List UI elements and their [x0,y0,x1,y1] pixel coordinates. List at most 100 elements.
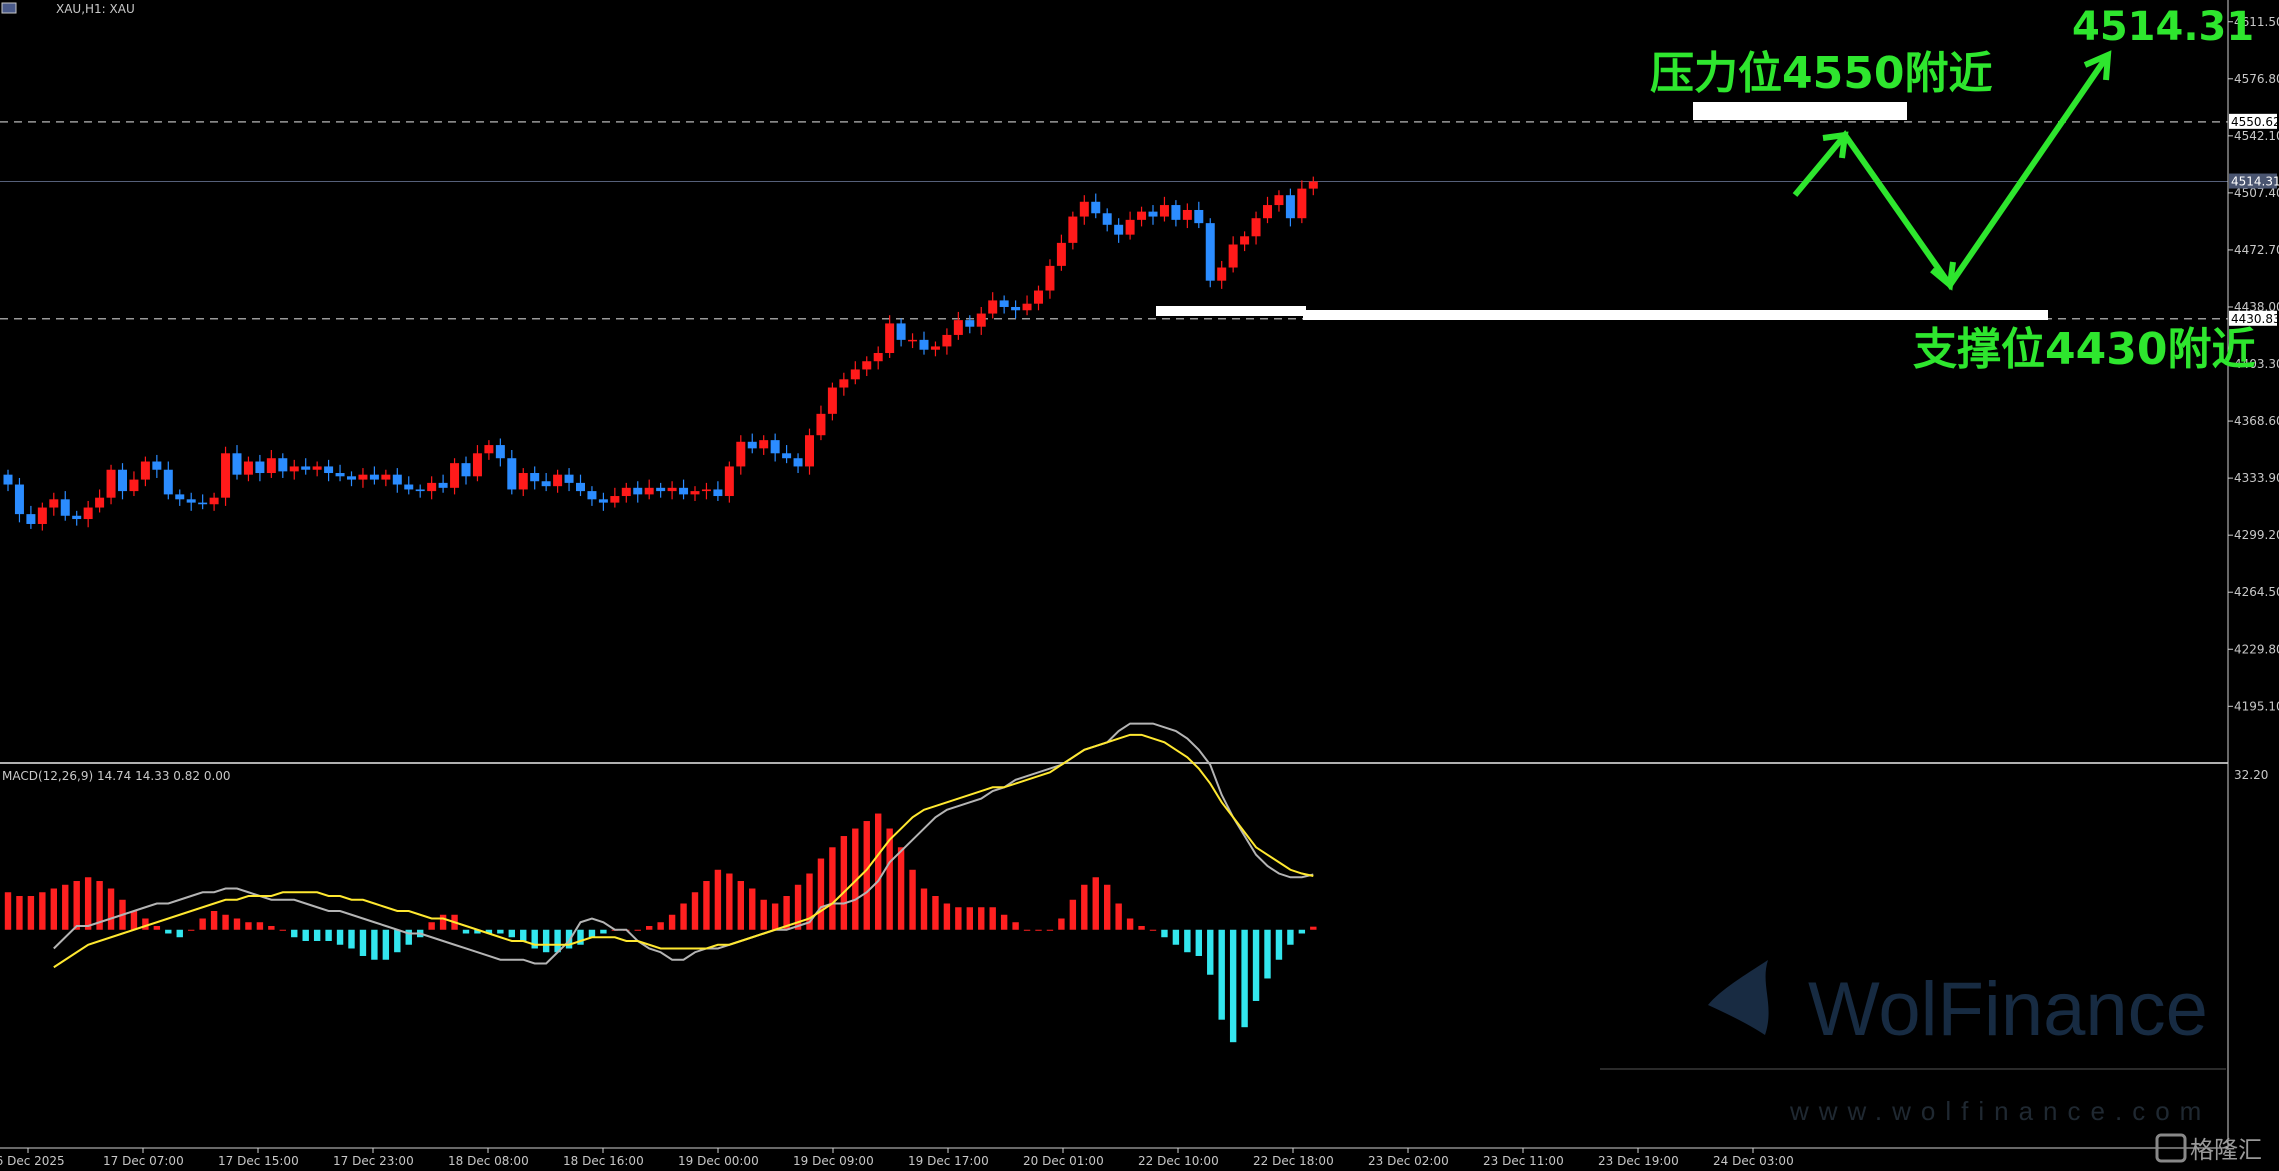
candle-body [1079,201,1089,217]
candle-body [576,482,585,492]
macd-histogram-bar [989,907,996,930]
macd-histogram-bar [875,813,882,930]
candle-body [896,323,906,340]
candle-body [95,497,105,508]
macd-histogram-bar [428,922,435,930]
candle-body [175,494,185,500]
resistance-bar [1693,102,1907,120]
macd-histogram-bar [691,892,699,930]
price-tick-label: 4542.10 [2234,129,2279,143]
macd-histogram-bar [646,925,653,930]
candle-body [1228,244,1238,268]
macd-histogram-bar [382,929,390,960]
candle-body [839,379,849,388]
candle-body [1137,211,1147,220]
macd-histogram-bar [73,881,80,930]
candle-body [186,499,196,503]
candle-body [598,499,608,503]
candle-body [392,474,402,485]
candle-body [667,487,677,492]
candle-body [1171,205,1181,220]
candle-body [83,507,93,520]
candle-body [1159,205,1169,217]
candle-body [301,466,311,470]
macd-histogram-bar [1058,918,1065,930]
candle-body [106,469,116,498]
candle-body [163,469,173,495]
candle-body [484,445,494,454]
macd-histogram-bar [920,888,928,930]
macd-histogram-bar [897,847,905,930]
candle-body [461,463,471,477]
candle-body [553,474,563,487]
macd-histogram-bar [27,896,35,930]
macd-histogram-bar [1229,929,1237,1043]
macd-histogram-bar [932,896,939,930]
macd-tick-label: 32.20 [2234,768,2268,782]
macd-histogram-bar [188,929,195,931]
macd-histogram-bar [680,903,687,930]
current-price-annotation: 4514.31 [2072,4,2254,50]
candle-body [976,313,986,327]
macd-histogram-bar [1287,929,1294,945]
price-tick-label: 4264.50 [2234,585,2279,599]
candle-body [953,320,963,335]
macd-histogram-bar [1081,884,1088,930]
macd-histogram-bar [1298,929,1306,934]
candle-body [827,387,837,414]
macd-histogram-bar [1172,929,1180,945]
macd-label: MACD(12,26,9) 14.74 14.33 0.82 0.00 [2,769,231,783]
price-tick-label: 4229.80 [2234,642,2279,656]
macd-histogram-bar [749,888,756,930]
macd-histogram-bar [1241,929,1248,1028]
time-tick-label: 22 Dec 10:00 [1138,1154,1219,1168]
candle-body [633,487,643,495]
candle-body [1022,303,1032,311]
macd-histogram-bar [176,929,183,938]
price-box-label: 4514.31 [2231,175,2279,189]
macd-histogram-bar [4,892,12,930]
macd-histogram-bar [245,922,252,930]
candle-body [1068,216,1078,243]
candle-body [335,473,345,477]
candle-body [1125,219,1135,235]
candle-body [1114,224,1124,235]
macd-histogram-bar [726,873,733,930]
candle-body [541,481,551,487]
macd-histogram-bar [737,881,744,930]
candle-body [14,484,24,515]
candle-body [1217,267,1227,281]
candle-body [793,458,803,467]
time-tick-label: 23 Dec 11:00 [1483,1154,1564,1168]
time-tick-label: 18 Dec 16:00 [563,1154,644,1168]
macd-histogram-bar [1184,929,1191,953]
candle-body [610,496,620,503]
candle-body [221,453,231,498]
macd-histogram-bar [1092,877,1099,930]
macd-histogram-bar [84,877,92,930]
candle-body [266,458,276,474]
candle-body [908,339,918,342]
macd-histogram-bar [760,899,767,930]
candle-body [873,353,883,362]
macd-histogram-bar [371,929,378,960]
macd-histogram-bar [634,929,641,931]
candle-body [404,484,414,490]
candle-body [1240,236,1250,245]
macd-histogram-bar [955,907,962,930]
macd-histogram-bar [1012,922,1019,930]
candle-body [1251,218,1261,237]
macd-histogram-bar [233,918,241,930]
time-tick-label: 17 Dec 07:00 [103,1154,184,1168]
candle-body [816,413,826,436]
candle-body [621,487,631,497]
price-tick-label: 4299.20 [2234,528,2279,542]
macd-histogram-bar [291,929,298,938]
candle-body [690,491,700,495]
candle-body [347,476,356,480]
gelonghui-logo-text: 格隆汇 [2190,1136,2262,1164]
xau-h1-chart[interactable]: XAU,H1: XAU MACD(12,26,9) 14.74 14.33 0.… [0,0,2279,1171]
macd-histogram-bar [1115,903,1122,930]
macd-histogram-bar [1161,929,1168,938]
candle-body [26,514,36,524]
